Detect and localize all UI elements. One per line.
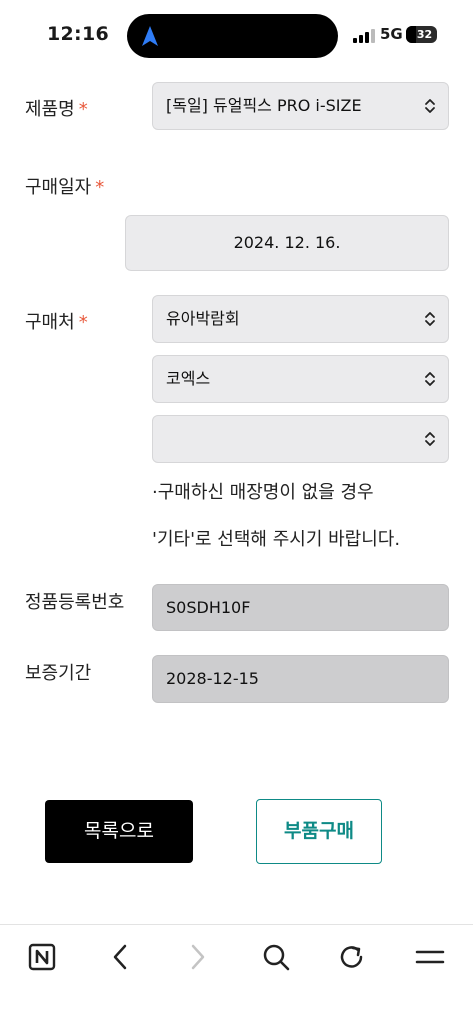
purchase-place-label-text: 구매처 [25,312,75,333]
product-select[interactable]: [독일] 듀얼픽스 PRO i-SIZE [152,82,449,130]
purchase-place-select-3[interactable] [152,415,449,463]
select-chevron-icon [425,372,435,386]
required-mark: * [78,312,88,333]
warranty-period-field: 2028-12-15 [152,655,449,703]
purchase-place-select-2-value: 코엑스 [166,369,211,388]
purchase-date-label-text: 구매일자 [25,177,92,198]
forward-icon[interactable] [180,939,216,975]
required-mark: * [95,177,105,198]
product-label: 제품명 * [25,95,88,121]
signal-icon [353,29,375,43]
browser-toolbar [0,924,473,1024]
required-mark: * [78,99,88,120]
select-chevron-icon [425,432,435,446]
purchase-place-note-1: ·구매하신 매장명이 없을 경우 [152,482,374,503]
navigation-arrow-icon [142,26,158,46]
network-type: 5G [380,25,403,43]
warranty-period-value: 2028-12-15 [166,669,259,688]
list-button[interactable]: 목록으로 [45,800,193,863]
purchase-place-select-1[interactable]: 유아박람회 [152,295,449,343]
select-chevron-icon [425,99,435,113]
purchase-date-label: 구매일자 * [25,173,104,199]
status-time: 12:16 [47,23,109,45]
purchase-place-select-2[interactable]: 코엑스 [152,355,449,403]
purchase-date-value: 2024. 12. 16. [233,233,341,252]
dynamic-island [127,14,338,58]
select-chevron-icon [425,312,435,326]
naver-icon[interactable] [24,939,60,975]
purchase-date-input[interactable]: 2024. 12. 16. [125,215,449,271]
purchase-place-select-1-value: 유아박람회 [166,309,240,328]
registration-number-label: 정품등록번호 [25,592,125,613]
menu-icon[interactable] [412,939,448,975]
purchase-place-note-2: '기타'로 선택해 주시기 바랍니다. [152,529,401,550]
battery-level: 32 [416,28,433,41]
battery-icon: 32 [406,26,437,43]
refresh-icon[interactable] [334,939,370,975]
registration-number-field: S0SDH10F [152,584,449,631]
back-icon[interactable] [102,939,138,975]
purchase-place-label: 구매처 * [25,308,88,334]
buy-parts-button[interactable]: 부품구매 [256,799,382,864]
product-select-value: [독일] 듀얼픽스 PRO i-SIZE [166,96,362,115]
search-icon[interactable] [258,939,294,975]
warranty-period-label: 보증기간 [25,663,92,684]
registration-number-value: S0SDH10F [166,598,251,617]
status-bar: 12:16 5G 32 [0,0,473,70]
product-label-text: 제품명 [25,99,75,120]
